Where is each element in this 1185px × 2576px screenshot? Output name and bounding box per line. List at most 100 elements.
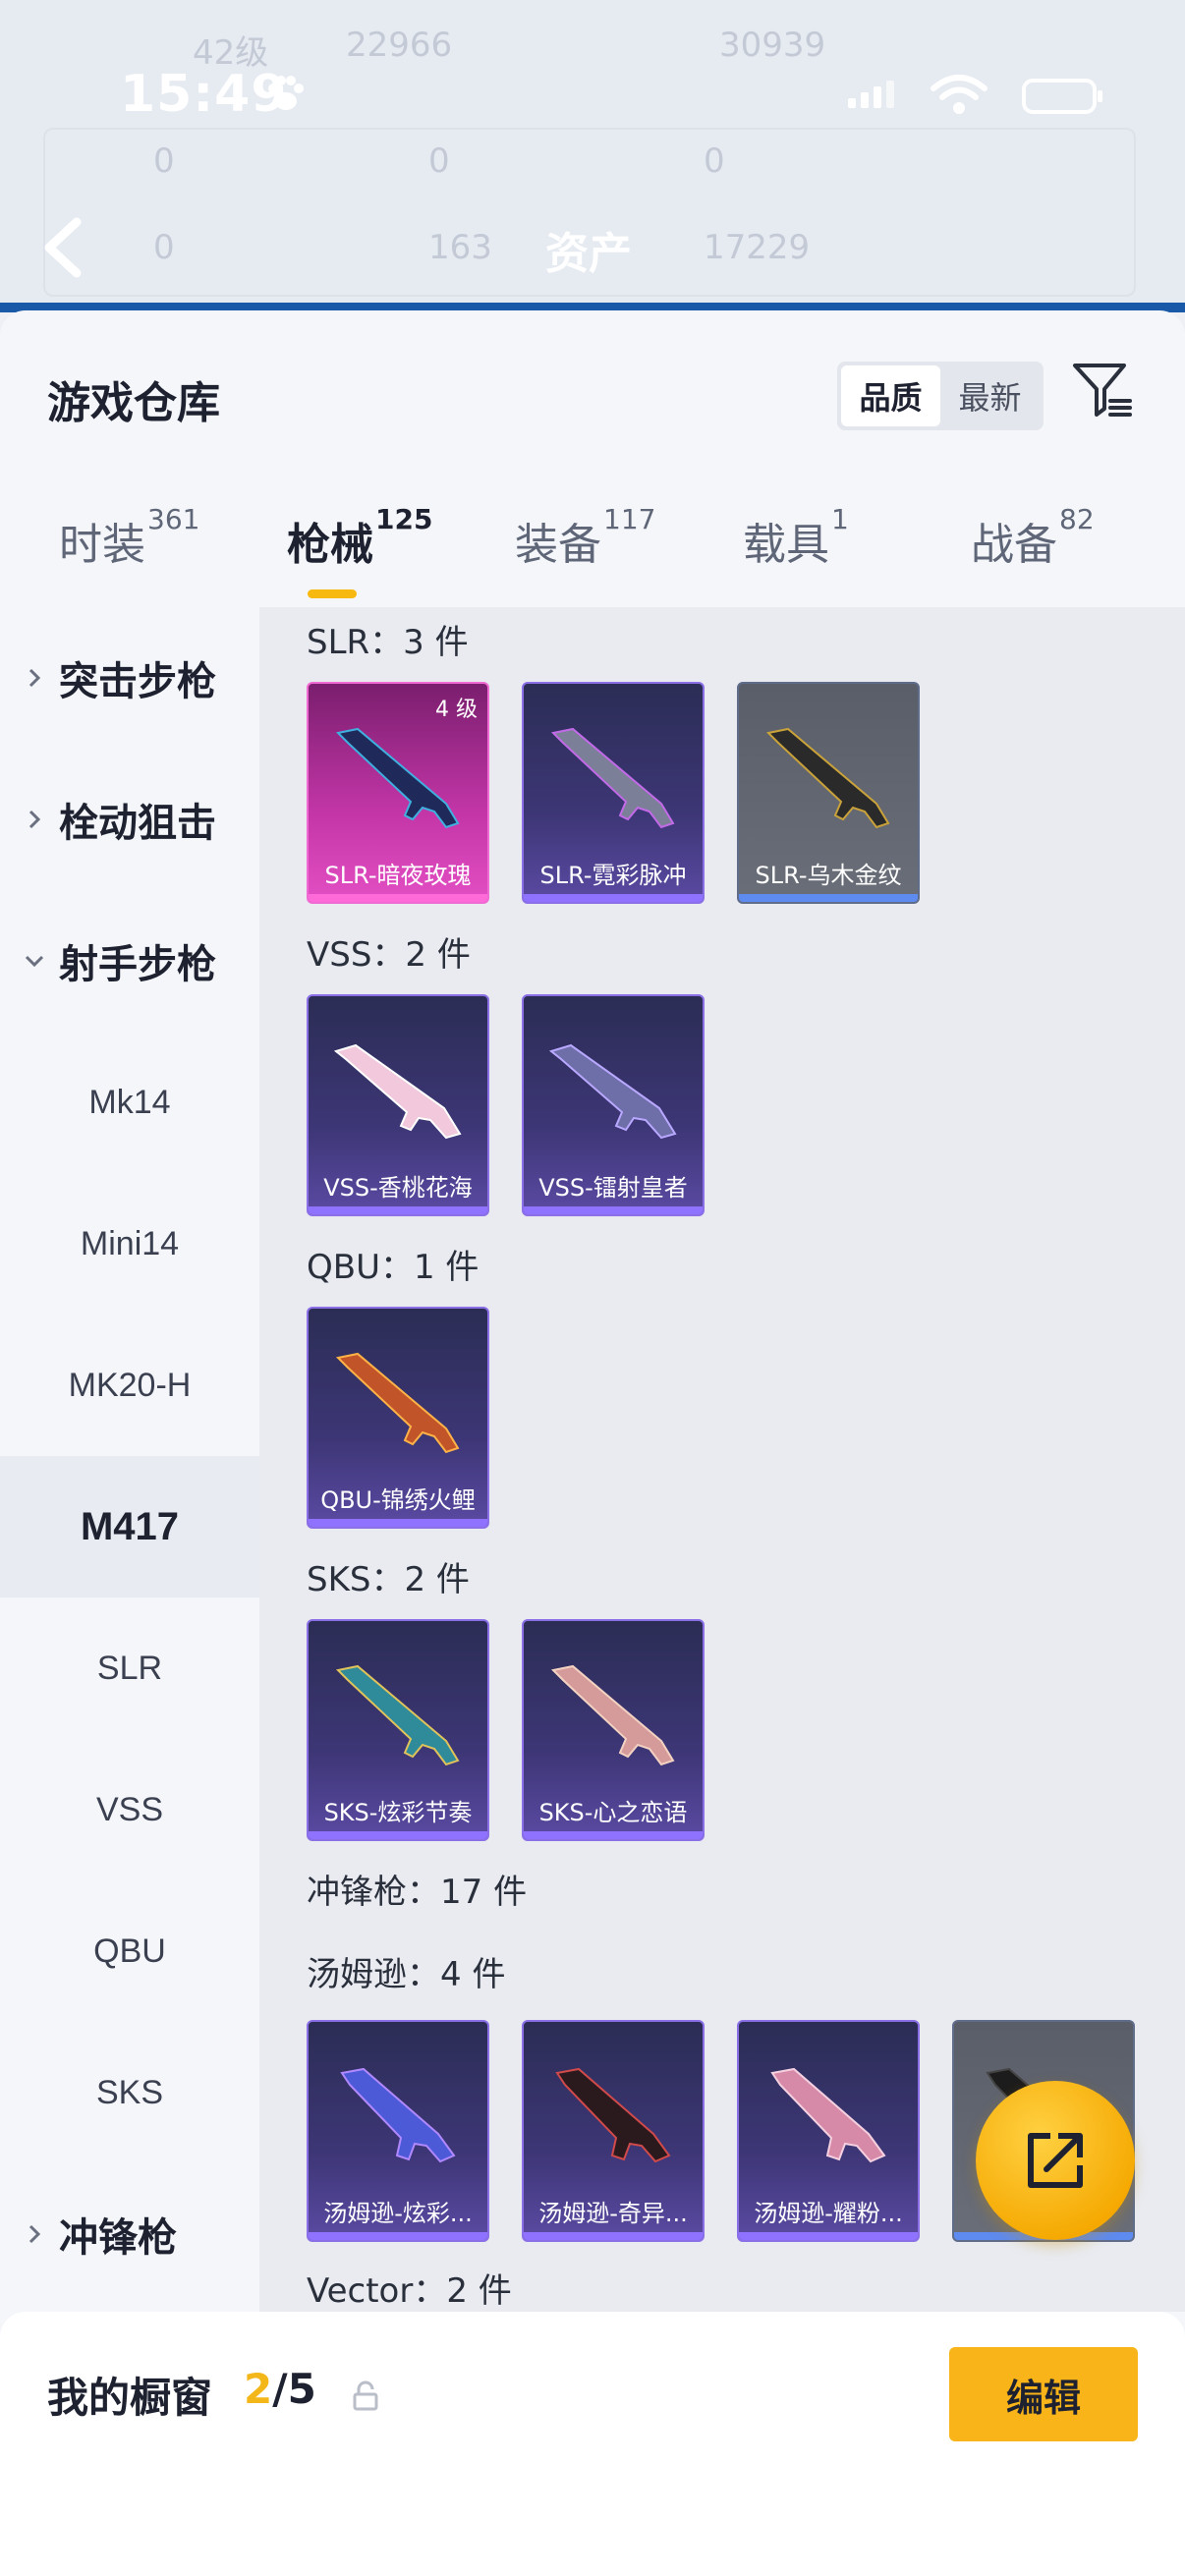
- rifle-icon: [765, 727, 890, 829]
- weapon-card[interactable]: VSS-香桃花海: [307, 994, 489, 1216]
- category-label: 冲锋枪: [59, 2215, 177, 2261]
- smg-icon: [770, 2067, 886, 2163]
- rarity-bar: [309, 1519, 487, 1527]
- tab-equipment[interactable]: 装备117: [515, 503, 655, 572]
- weapon-card[interactable]: SLR-霓彩脉冲: [522, 682, 705, 904]
- rarity-bar: [309, 2232, 487, 2240]
- sort-quality-option[interactable]: 品质: [841, 365, 940, 426]
- faded-stat: 0: [153, 228, 175, 267]
- tab-label: 时装: [59, 520, 145, 570]
- rarity-bar: [739, 2232, 918, 2240]
- weapon-category-sidebar: 突击步枪 栓动狙击 射手步枪 Mk14 Mini14 MK20-H M417 S…: [0, 607, 259, 2312]
- weapon-card[interactable]: 汤姆逊-耀粉...: [737, 2020, 920, 2242]
- battery-icon: [1022, 79, 1102, 114]
- filter-icon[interactable]: [1069, 358, 1134, 422]
- weapon-name: VSS-香桃花海: [323, 1174, 473, 1202]
- tab-gear[interactable]: 战备82: [971, 503, 1095, 572]
- tab-count: 117: [603, 503, 656, 535]
- category-marksman-rifle[interactable]: 射手步枪: [0, 890, 259, 1032]
- weapon-name: 汤姆逊-耀粉...: [754, 2200, 903, 2227]
- smg-icon: [555, 2067, 671, 2163]
- weapon-card[interactable]: SKS-心之恋语: [522, 1619, 705, 1841]
- rarity-bar: [309, 1206, 487, 1214]
- weapon-name: SLR-暗夜玫瑰: [324, 862, 472, 889]
- lock-icon: [353, 2380, 378, 2411]
- sort-newest-option[interactable]: 最新: [940, 365, 1040, 426]
- group-title-vss: VSS：2 件: [307, 935, 471, 975]
- rarity-bar: [524, 894, 703, 902]
- sort-toggle: 品质 最新: [837, 362, 1044, 430]
- rarity-bar: [309, 894, 487, 902]
- tab-count: 1: [831, 503, 849, 535]
- weapon-card[interactable]: 汤姆逊-奇异...: [522, 2020, 705, 2242]
- faded-stat: 163: [428, 228, 492, 267]
- group-title-smg: 冲锋枪：17 件: [307, 1873, 528, 1912]
- rifle-icon: [335, 727, 460, 829]
- rarity-bar: [309, 1831, 487, 1839]
- faded-stat: 0: [704, 141, 725, 181]
- group-title-slr: SLR：3 件: [307, 623, 469, 662]
- weapon-card[interactable]: SLR-乌木金纹: [737, 682, 920, 904]
- weapon-name: 汤姆逊-炫彩...: [323, 2200, 473, 2227]
- warehouse-title: 游戏仓库: [47, 378, 220, 428]
- tab-count: 125: [375, 503, 433, 535]
- weapon-card[interactable]: VSS-镭射皇者: [522, 994, 705, 1216]
- share-button[interactable]: [976, 2081, 1135, 2240]
- category-bolt-sniper[interactable]: 栓动狙击: [0, 749, 259, 890]
- chevron-right-icon: [28, 810, 41, 829]
- sidebar-item-slr[interactable]: SLR: [0, 1597, 259, 1739]
- rarity-bar: [524, 1206, 703, 1214]
- rifle-icon: [550, 1664, 675, 1766]
- faded-stat: 0: [428, 141, 450, 181]
- category-smg[interactable]: 冲锋枪: [0, 2163, 259, 2305]
- category-label: 射手步枪: [59, 942, 216, 987]
- back-arrow-icon[interactable]: [37, 216, 88, 279]
- rarity-bar: [524, 1831, 703, 1839]
- faded-stat: 22966: [346, 26, 453, 65]
- tab-label: 枪械: [287, 520, 373, 570]
- faded-stat: 30939: [719, 26, 826, 65]
- sidebar-item-vss[interactable]: VSS: [0, 1739, 259, 1880]
- sidebar-item-sks[interactable]: SKS: [0, 2022, 259, 2163]
- category-label: 突击步枪: [59, 659, 216, 704]
- paw-icon: [268, 76, 304, 110]
- weapon-card[interactable]: 4 级 SLR-暗夜玫瑰: [307, 682, 489, 904]
- tab-count: 82: [1059, 503, 1095, 535]
- tab-label: 载具: [743, 520, 829, 570]
- tab-firearms[interactable]: 枪械125: [287, 503, 432, 572]
- faded-stat: 0: [153, 141, 175, 181]
- weapon-card[interactable]: 汤姆逊-炫彩...: [307, 2020, 489, 2242]
- rarity-bar: [739, 894, 918, 902]
- sidebar-item-mini14[interactable]: Mini14: [0, 1173, 259, 1315]
- tab-vehicles[interactable]: 载具1: [743, 503, 849, 572]
- weapon-name: SLR-乌木金纹: [755, 862, 902, 889]
- page-title: 资产: [545, 229, 632, 279]
- category-label: 栓动狙击: [59, 801, 216, 846]
- wifi-icon: [931, 75, 988, 114]
- tab-indicator: [308, 589, 357, 598]
- share-icon: [1028, 2133, 1083, 2188]
- showcase-current: 2: [244, 2365, 273, 2413]
- weapon-list: SLR：3 件 4 级 SLR-暗夜玫瑰 SLR-霓彩脉冲 SLR-乌木金纹 V…: [259, 607, 1185, 2312]
- faded-stat: 17229: [704, 228, 811, 267]
- sidebar-item-m417[interactable]: M417: [0, 1456, 259, 1597]
- category-tabs: 时装361 枪械125 装备117 载具1 战备82: [0, 499, 1185, 607]
- group-title-vector: Vector：2 件: [307, 2271, 512, 2311]
- edit-button[interactable]: 编辑: [949, 2347, 1138, 2441]
- showcase-label: 我的橱窗: [47, 2374, 213, 2422]
- rifle-icon: [335, 1664, 460, 1766]
- weapon-card[interactable]: QBU-锦绣火鲤: [307, 1307, 489, 1529]
- tab-fashion[interactable]: 时装361: [59, 503, 199, 572]
- status-time: 15:49: [120, 65, 288, 124]
- weapon-name: SKS-炫彩节奏: [323, 1799, 473, 1826]
- rifle-icon: [335, 1352, 460, 1454]
- category-assault-rifle[interactable]: 突击步枪: [0, 607, 259, 749]
- sidebar-item-mk20h[interactable]: MK20-H: [0, 1315, 259, 1456]
- weapon-name: SLR-霓彩脉冲: [539, 862, 687, 889]
- sidebar-item-qbu[interactable]: QBU: [0, 1880, 259, 2022]
- sidebar-item-mk14[interactable]: Mk14: [0, 1032, 259, 1173]
- weapon-card[interactable]: SKS-炫彩节奏: [307, 1619, 489, 1841]
- weapon-name: 汤姆逊-奇异...: [538, 2200, 688, 2227]
- my-showcase-bar: 我的橱窗 2/5 编辑: [0, 2312, 1185, 2576]
- rifle-icon: [333, 1043, 462, 1140]
